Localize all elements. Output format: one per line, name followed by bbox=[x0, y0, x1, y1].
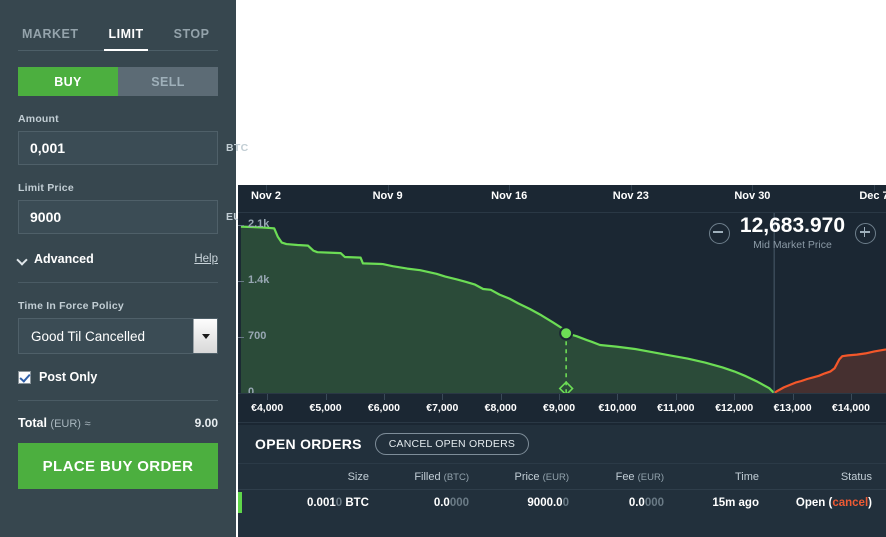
buy-button[interactable]: BUY bbox=[18, 67, 118, 96]
column-header-fee: Fee (EUR) bbox=[615, 470, 664, 483]
post-only-row[interactable]: Post Only bbox=[18, 370, 218, 384]
price-tick-label: €8,000 bbox=[484, 402, 517, 414]
plus-circle-icon[interactable] bbox=[855, 222, 876, 244]
open-orders-title: OPEN ORDERS bbox=[255, 436, 362, 452]
y-tick-label: 2.1k bbox=[248, 218, 270, 230]
date-tick-label: Dec 7 bbox=[859, 190, 886, 202]
column-header-status: Status bbox=[840, 470, 872, 483]
y-tick bbox=[238, 225, 244, 226]
amount-input[interactable] bbox=[30, 140, 226, 156]
cell-fee: 0.0000 bbox=[628, 496, 664, 509]
open-orders-header: OPEN ORDERS CANCEL OPEN ORDERS bbox=[238, 425, 886, 464]
total-label: Total (EUR) ≈ bbox=[18, 416, 91, 430]
cancel-open-orders-button[interactable]: CANCEL OPEN ORDERS bbox=[374, 433, 530, 455]
price-tick bbox=[500, 394, 502, 400]
buy-sell-toggle: BUY SELL bbox=[18, 67, 218, 96]
cell-status: Open (cancel) bbox=[795, 496, 872, 509]
column-header-size: Size bbox=[347, 470, 369, 483]
advanced-label: Advanced bbox=[34, 252, 94, 266]
total-text: Total bbox=[18, 416, 47, 430]
price-tick bbox=[734, 394, 736, 400]
price-tick-label: €9,000 bbox=[543, 402, 576, 414]
time-in-force-value: Good Til Cancelled bbox=[31, 328, 146, 344]
mid-market-price: 12,683.970 bbox=[739, 214, 845, 237]
divider-advanced bbox=[18, 282, 218, 283]
y-tick bbox=[238, 337, 244, 338]
column-header-price: Price (EUR) bbox=[514, 470, 569, 483]
total-row: Total (EUR) ≈ 9.00 bbox=[18, 416, 218, 430]
place-buy-order-button[interactable]: PLACE BUY ORDER bbox=[18, 443, 218, 489]
time-in-force-label: Time In Force Policy bbox=[18, 300, 124, 312]
price-tick bbox=[383, 394, 385, 400]
open-orders-column-headers: Size Filled (BTC) Price (EUR) Fee (EUR) … bbox=[238, 464, 886, 490]
divider-total bbox=[18, 400, 218, 401]
y-tick-label: 700 bbox=[248, 330, 267, 342]
date-tick-label: Nov 9 bbox=[372, 190, 403, 202]
total-approx: ≈ bbox=[84, 418, 91, 430]
price-tick-label: €10,000 bbox=[598, 402, 637, 414]
cancel-order-link[interactable]: cancel bbox=[832, 497, 868, 509]
price-tick bbox=[267, 394, 269, 400]
total-value: 9.00 bbox=[194, 416, 218, 430]
price-tick bbox=[442, 394, 444, 400]
marker-point[interactable] bbox=[559, 326, 574, 341]
minus-circle-icon[interactable] bbox=[708, 222, 730, 244]
chevron-down-icon[interactable] bbox=[193, 319, 217, 353]
amount-input-wrap[interactable]: BTC bbox=[18, 131, 248, 165]
advanced-toggle[interactable]: Advanced bbox=[18, 252, 94, 266]
open-orders-panel: OPEN ORDERS CANCEL OPEN ORDERS Size Fill… bbox=[238, 425, 886, 537]
tab-limit[interactable]: LIMIT bbox=[104, 27, 148, 51]
amount-label: Amount bbox=[18, 113, 59, 125]
limit-price-input-wrap[interactable]: EUR bbox=[18, 200, 249, 234]
date-axis: Nov 2 Nov 9 Nov 16 Nov 23 Nov 30 Dec 7 bbox=[238, 185, 886, 213]
date-tick-label: Nov 16 bbox=[491, 190, 528, 202]
price-tick bbox=[617, 394, 619, 400]
price-tick-label: €14,000 bbox=[831, 402, 870, 414]
mid-market-readout: 12,683.970 Mid Market Price bbox=[708, 214, 876, 252]
price-tick-label: €6,000 bbox=[367, 402, 400, 414]
post-only-checkbox[interactable] bbox=[18, 370, 31, 384]
tab-stop[interactable]: STOP bbox=[170, 27, 214, 50]
y-tick-label: 0 bbox=[248, 386, 255, 393]
depth-chart-panel: Nov 2 Nov 9 Nov 16 Nov 23 Nov 30 Dec 7 0 700 1.… bbox=[238, 185, 886, 537]
time-in-force-select[interactable]: Good Til Cancelled bbox=[18, 318, 218, 354]
limit-price-input[interactable] bbox=[30, 209, 226, 225]
date-tick-label: Nov 2 bbox=[251, 190, 281, 202]
mid-market-caption: Mid Market Price bbox=[753, 239, 832, 252]
price-tick-label: €5,000 bbox=[309, 402, 342, 414]
column-header-filled: Filled (BTC) bbox=[414, 470, 469, 483]
amount-unit: BTC bbox=[226, 142, 249, 154]
y-tick-label: 1.4k bbox=[248, 274, 270, 286]
price-tick-label: €11,000 bbox=[657, 402, 695, 414]
price-tick-label: €4,000 bbox=[251, 402, 284, 414]
y-tick bbox=[238, 281, 244, 282]
cell-time: 15m ago bbox=[712, 496, 759, 509]
order-type-tabs: MARKET LIMIT STOP bbox=[18, 6, 218, 51]
tab-market[interactable]: MARKET bbox=[18, 27, 82, 50]
advanced-row: Advanced Help bbox=[18, 252, 218, 266]
chevron-down-icon bbox=[18, 255, 27, 264]
price-tick bbox=[559, 394, 561, 400]
date-tick-label: Nov 30 bbox=[734, 190, 771, 202]
order-form-panel: MARKET LIMIT STOP BUY SELL Amount BTC Li… bbox=[0, 0, 249, 537]
price-tick bbox=[850, 394, 852, 400]
sell-button[interactable]: SELL bbox=[118, 67, 218, 96]
column-header-time: Time bbox=[734, 470, 759, 483]
limit-price-label: Limit Price bbox=[18, 182, 74, 194]
price-axis: €4,000 €5,000 €6,000 €7,000 €8,000 €9,000 €10,… bbox=[238, 393, 886, 423]
price-tick bbox=[675, 394, 677, 400]
price-tick bbox=[325, 394, 327, 400]
cell-price: 9000.00 bbox=[527, 496, 569, 509]
price-tick-label: €12,000 bbox=[715, 402, 754, 414]
help-link[interactable]: Help bbox=[194, 253, 218, 265]
price-tick-label: €13,000 bbox=[773, 402, 812, 414]
price-tick-label: €7,000 bbox=[426, 402, 459, 414]
date-tick-label: Nov 23 bbox=[612, 190, 649, 202]
cell-filled: 0.0000 bbox=[433, 496, 469, 509]
total-currency: (EUR) bbox=[50, 418, 81, 430]
cell-size: 0.0010 BTC bbox=[306, 496, 369, 509]
post-only-label: Post Only bbox=[39, 370, 98, 384]
price-tick bbox=[792, 394, 794, 400]
table-row[interactable]: 0.0010 BTC 0.0000 9000.00 0.0000 15m ago… bbox=[238, 490, 886, 515]
